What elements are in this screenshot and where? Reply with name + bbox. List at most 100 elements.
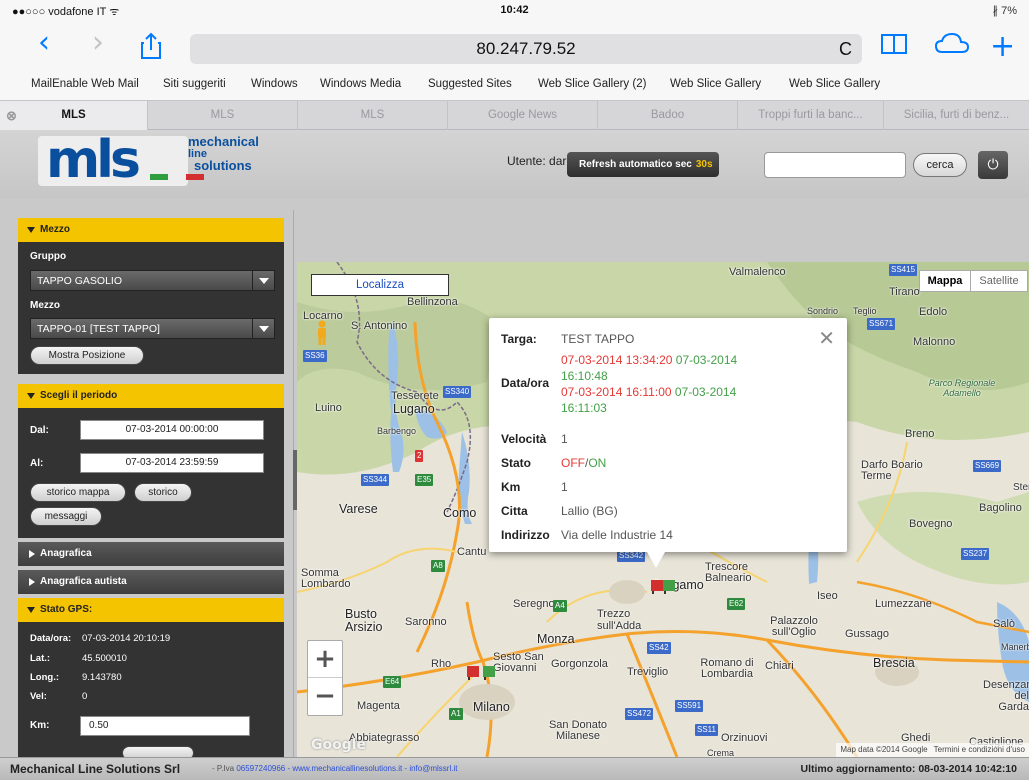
footer-email-link[interactable]: - info@mlssrl.it [402, 764, 457, 773]
back-icon[interactable]: ‹ [38, 28, 50, 58]
reload-icon[interactable]: C [839, 34, 852, 64]
close-icon[interactable]: ✕ [818, 326, 835, 350]
zoom-in-button[interactable]: + [308, 641, 342, 678]
bookmarks-icon[interactable] [880, 32, 908, 63]
bookmarks-bar: MailEnable Web Mail Siti suggeriti Windo… [0, 72, 1029, 100]
road-shield: SS340 [443, 386, 472, 398]
history-button[interactable]: storico [134, 483, 192, 502]
map-attribution: Map data ©2014 Google Termini e condizion… [836, 743, 1029, 757]
footer-site-link[interactable]: - www.mechanicallinesolutions.it [285, 764, 402, 773]
zoom-out-button[interactable]: − [308, 678, 342, 715]
vehicle-marker-green[interactable] [663, 580, 675, 594]
bookmark-item[interactable]: Windows [251, 78, 298, 90]
group-select[interactable]: TAPPO GASOLIO [30, 270, 275, 291]
tab-mls[interactable]: MLS [147, 101, 297, 130]
messages-button[interactable]: messaggi [30, 507, 102, 526]
map-label: Stenico [1013, 482, 1029, 493]
logo-word: mechanical [188, 134, 259, 149]
search-button[interactable]: cerca [913, 153, 967, 177]
tab-label: MLS [360, 109, 385, 121]
bookmark-item[interactable]: Siti suggeriti [163, 78, 226, 90]
popup-state-value: OFF/ON [561, 456, 606, 470]
popup-label: Data/ora [501, 376, 550, 390]
bookmark-item[interactable]: MailEnable Web Mail [31, 78, 139, 90]
vehicle-select-value: TAPPO-01 [TEST TAPPO] [37, 323, 160, 335]
tab-mls-active[interactable]: ⊗ MLS [0, 101, 147, 130]
bookmark-item[interactable]: Suggested Sites [428, 78, 512, 90]
panel-anagrafica-autista[interactable]: Anagrafica autista [18, 570, 284, 594]
search-input[interactable] [764, 152, 906, 178]
piva-number: 06597240966 [236, 764, 286, 773]
map-canvas[interactable]: Valmalenco Bellinzona Locarno S. Antonin… [297, 262, 1029, 757]
map-label: Palazzolo sull'Oglio [770, 615, 818, 638]
map-label: Crema [707, 748, 735, 757]
site-header: mls mechanical line solutions Utente: da… [0, 130, 1029, 198]
show-position-button[interactable]: Mostra Posizione [30, 346, 144, 365]
to-label: Al: [30, 458, 44, 469]
new-tab-icon[interactable]: + [990, 32, 1015, 62]
tab-news-2[interactable]: Sicilia, furti di benz... [883, 101, 1029, 130]
map-label: Somma Lombardo [301, 567, 351, 590]
map-type-satellite-button[interactable]: Satellite [970, 270, 1028, 292]
icloud-tabs-icon[interactable] [934, 32, 970, 63]
vehicle-marker-red[interactable] [651, 580, 663, 594]
bookmark-item[interactable]: Web Slice Gallery [789, 78, 880, 90]
tab-mls[interactable]: MLS [297, 101, 447, 130]
map-type-map-button[interactable]: Mappa [919, 270, 971, 292]
panel-period-header[interactable]: Scegli il periodo [18, 384, 284, 408]
road-shield: A4 [553, 600, 567, 612]
gps-row-speed: Vel: 0 [30, 691, 87, 702]
map-label: Lugano [393, 402, 435, 416]
map-label: Chiari [765, 660, 794, 672]
bookmark-item[interactable]: Web Slice Gallery (2) [538, 78, 646, 90]
tab-news-1[interactable]: Troppi furti la banc... [737, 101, 883, 130]
chevron-down-icon [252, 319, 274, 338]
vehicle-marker-red[interactable] [467, 666, 479, 680]
vehicle-marker-green[interactable] [483, 666, 495, 680]
logout-power-icon[interactable]: ⏻ [978, 151, 1008, 179]
popup-label: Velocità [501, 432, 547, 446]
bookmark-item[interactable]: Web Slice Gallery [670, 78, 761, 90]
map-history-button[interactable]: storico mappa [30, 483, 126, 502]
map-label: Magenta [357, 700, 400, 712]
terms-link[interactable]: Termini e condizioni d'uso [934, 745, 1025, 754]
road-shield: SS36 [303, 350, 327, 362]
forward-icon[interactable]: › [92, 28, 104, 58]
map-data-credit: Map data ©2014 Google [840, 745, 928, 754]
km-input[interactable]: 0.50 [80, 716, 250, 736]
panel-mezzo-header[interactable]: Mezzo [18, 218, 284, 242]
datetime-on: 07-03-2014 [675, 353, 738, 367]
logo-tagline: mechanical line solutions [188, 134, 259, 172]
share-icon[interactable] [140, 32, 162, 67]
road-shield: E35 [415, 474, 434, 486]
vehicle-select[interactable]: TAPPO-01 [TEST TAPPO] [30, 318, 275, 339]
datetime-on: 16:10:48 [561, 369, 608, 383]
km-label: Km: [30, 720, 50, 731]
datetime-off: 07-03-2014 16:11:00 [561, 385, 672, 399]
tab-label: MLS [210, 109, 235, 121]
road-shield: SS669 [973, 460, 1002, 472]
panel-gps-body: Data/ora: 07-03-2014 20:10:19 Lat.: 45.500… [18, 622, 284, 760]
map-label: Malonno [913, 336, 956, 348]
tab-google-news[interactable]: Google News [447, 101, 597, 130]
panel-gps-header[interactable]: Stato GPS: [18, 598, 284, 622]
popup-label: Targa: [501, 332, 537, 346]
close-tab-icon[interactable]: ⊗ [6, 101, 17, 130]
gps-row-datetime: Data/ora: 07-03-2014 20:10:19 [30, 633, 170, 644]
panel-anagrafica[interactable]: Anagrafica [18, 542, 284, 566]
from-date-input[interactable]: 07-03-2014 00:00:00 [80, 420, 264, 440]
to-date-input[interactable]: 07-03-2014 23:59:59 [80, 453, 264, 473]
street-view-pegman-icon[interactable] [315, 320, 329, 346]
bookmark-item[interactable]: Windows Media [320, 78, 401, 90]
user-label: Utente: dario [507, 154, 576, 168]
address-bar[interactable]: 80.247.79.52 C [190, 34, 862, 64]
map-label: Rho [431, 658, 452, 670]
map-label: Monza [537, 632, 575, 646]
popup-value: Via delle Industrie 14 [561, 528, 673, 542]
tab-label: Troppi furti la banc... [758, 109, 863, 121]
gps-label: Data/ora: [30, 633, 72, 644]
localize-button[interactable]: Localizza [311, 274, 449, 296]
tab-badoo[interactable]: Badoo [597, 101, 737, 130]
from-label: Dal: [30, 425, 49, 436]
auto-refresh-button[interactable]: Refresh automatico sec 30s [567, 152, 719, 177]
